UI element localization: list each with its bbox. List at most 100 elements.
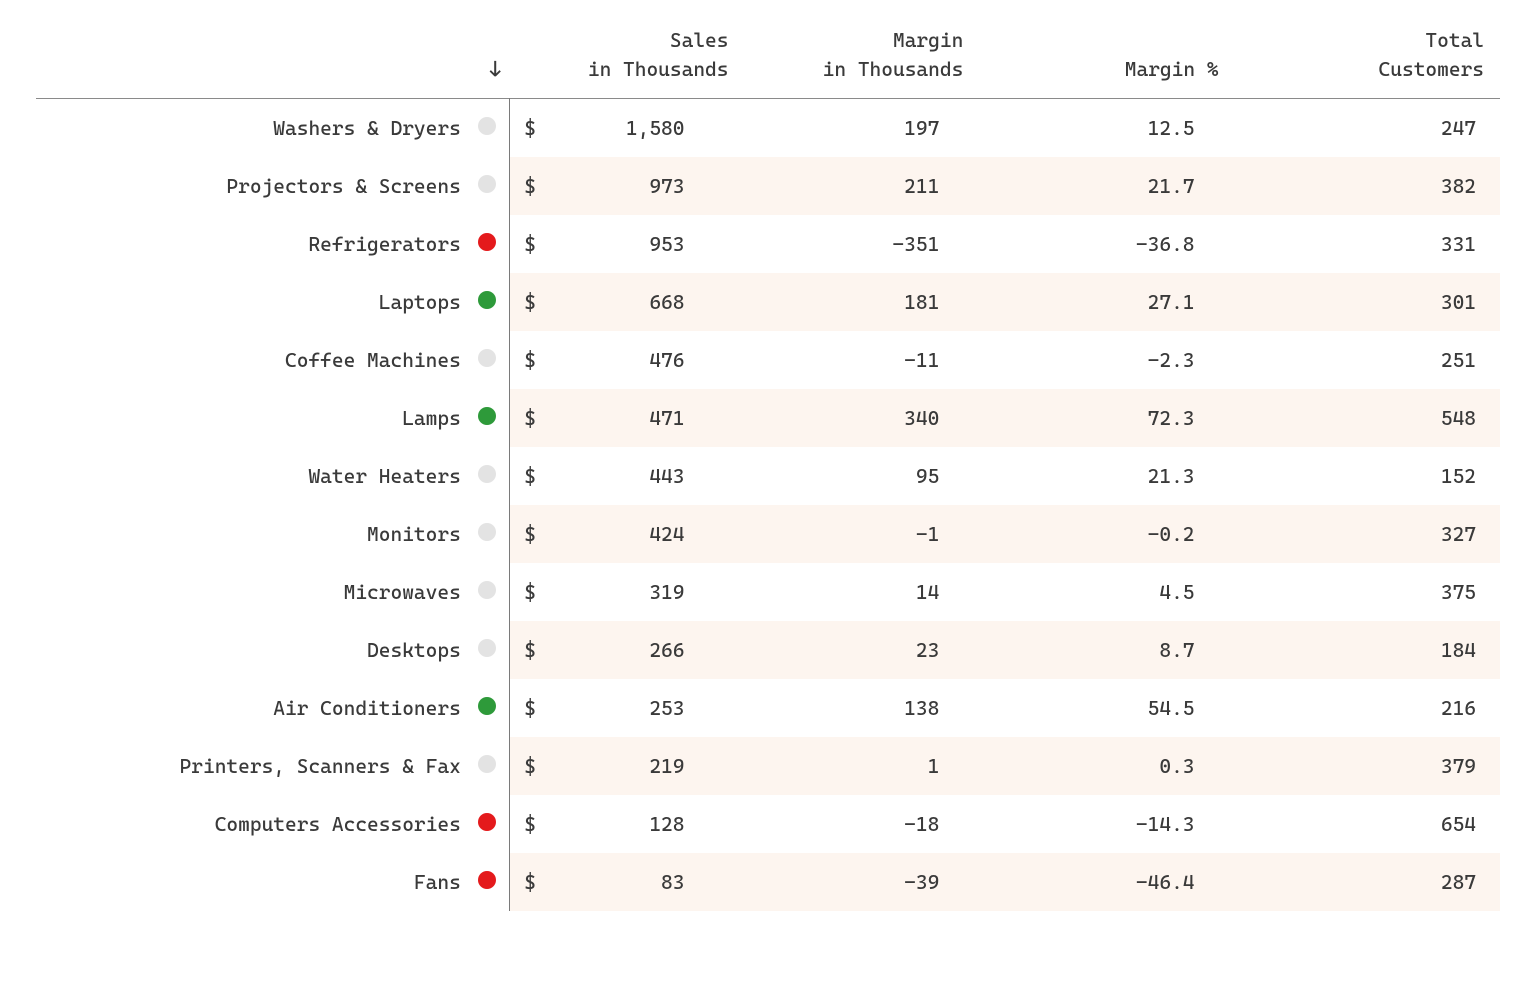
cell-margin: 23 — [744, 621, 979, 679]
status-dot-cell — [465, 157, 510, 215]
table-row[interactable]: Coffee Machines$476-11-2.3251 — [36, 331, 1500, 389]
row-label: Laptops — [36, 273, 465, 331]
currency-symbol: $ — [510, 505, 541, 563]
table-row[interactable]: Water Heaters$4439521.3152 — [36, 447, 1500, 505]
cell-sales: 83 — [540, 853, 744, 911]
table-row[interactable]: Printers, Scanners & Fax$21910.3379 — [36, 737, 1500, 795]
header-sales[interactable]: Sales in Thousands — [540, 18, 744, 99]
table-row[interactable]: Monitors$424-1-0.2327 — [36, 505, 1500, 563]
table-row[interactable]: Desktops$266238.7184 — [36, 621, 1500, 679]
sales-margin-table: ↓ Sales in Thousands Margin in Thousands… — [36, 18, 1500, 911]
row-label: Computers Accessories — [36, 795, 465, 853]
status-dot-icon — [478, 117, 496, 135]
table-row[interactable]: Refrigerators$953-351-36.8331 — [36, 215, 1500, 273]
cell-customers: 382 — [1235, 157, 1501, 215]
cell-sales: 219 — [540, 737, 744, 795]
status-dot-icon — [478, 407, 496, 425]
status-dot-cell — [465, 563, 510, 621]
table-row[interactable]: Air Conditioners $25313854.5216 — [36, 679, 1500, 737]
status-dot-cell — [465, 331, 510, 389]
cell-margin-pct: -14.3 — [979, 795, 1234, 853]
row-label: Microwaves — [36, 563, 465, 621]
row-label: Monitors — [36, 505, 465, 563]
status-dot-icon — [478, 465, 496, 483]
sort-desc-icon: ↓ — [489, 59, 502, 81]
currency-symbol: $ — [510, 389, 541, 447]
currency-symbol: $ — [510, 157, 541, 215]
status-dot-cell — [465, 215, 510, 273]
row-label: Desktops — [36, 621, 465, 679]
cell-margin: -18 — [744, 795, 979, 853]
row-label: Coffee Machines — [36, 331, 465, 389]
row-label: Lamps — [36, 389, 465, 447]
currency-symbol: $ — [510, 563, 541, 621]
status-dot-icon — [478, 813, 496, 831]
cell-sales: 128 — [540, 795, 744, 853]
cell-sales: 253 — [540, 679, 744, 737]
cell-margin-pct: 54.5 — [979, 679, 1234, 737]
table-row[interactable]: Projectors & Screens$97321121.7382 — [36, 157, 1500, 215]
header-customers[interactable]: Total Customers — [1235, 18, 1501, 99]
status-dot-cell — [465, 99, 510, 158]
cell-customers: 152 — [1235, 447, 1501, 505]
sort-indicator-header[interactable]: ↓ — [465, 18, 510, 99]
cell-margin: 211 — [744, 157, 979, 215]
currency-symbol: $ — [510, 99, 541, 158]
cell-customers: 375 — [1235, 563, 1501, 621]
status-dot-cell — [465, 795, 510, 853]
table-row[interactable]: Lamps$47134072.3548 — [36, 389, 1500, 447]
cell-margin: 197 — [744, 99, 979, 158]
header-margin[interactable]: Margin in Thousands — [744, 18, 979, 99]
currency-symbol: $ — [510, 737, 541, 795]
table-row[interactable]: Fans $83-39-46.4287 — [36, 853, 1500, 911]
cell-customers: 654 — [1235, 795, 1501, 853]
status-dot-icon — [478, 233, 496, 251]
cell-margin-pct: -2.3 — [979, 331, 1234, 389]
status-dot-cell — [465, 447, 510, 505]
cell-margin: 181 — [744, 273, 979, 331]
status-dot-cell — [465, 273, 510, 331]
row-label: Projectors & Screens — [36, 157, 465, 215]
table-header-row: ↓ Sales in Thousands Margin in Thousands… — [36, 18, 1500, 99]
table-row[interactable]: Laptops$66818127.1301 — [36, 273, 1500, 331]
cell-sales: 471 — [540, 389, 744, 447]
table-row[interactable]: Washers & Dryers$1,58019712.5247 — [36, 99, 1500, 158]
cell-margin-pct: -46.4 — [979, 853, 1234, 911]
cell-margin-pct: 72.3 — [979, 389, 1234, 447]
cell-customers: 184 — [1235, 621, 1501, 679]
cell-margin: -39 — [744, 853, 979, 911]
currency-symbol: $ — [510, 795, 541, 853]
table-row[interactable]: Microwaves$319144.5375 — [36, 563, 1500, 621]
cell-customers: 331 — [1235, 215, 1501, 273]
cell-customers: 301 — [1235, 273, 1501, 331]
cell-margin: 1 — [744, 737, 979, 795]
status-dot-cell — [465, 505, 510, 563]
cell-customers: 216 — [1235, 679, 1501, 737]
header-margin-pct[interactable]: Margin % — [979, 18, 1234, 99]
cell-sales: 668 — [540, 273, 744, 331]
cell-sales: 476 — [540, 331, 744, 389]
row-label: Water Heaters — [36, 447, 465, 505]
currency-symbol: $ — [510, 853, 541, 911]
cell-customers: 287 — [1235, 853, 1501, 911]
cell-margin-pct: 21.7 — [979, 157, 1234, 215]
cell-margin: -351 — [744, 215, 979, 273]
status-dot-icon — [478, 871, 496, 889]
currency-symbol: $ — [510, 331, 541, 389]
cell-margin-pct: 27.1 — [979, 273, 1234, 331]
cell-margin: 138 — [744, 679, 979, 737]
header-blank — [36, 18, 465, 99]
row-label: Fans — [36, 853, 465, 911]
currency-symbol: $ — [510, 621, 541, 679]
cell-margin-pct: -36.8 — [979, 215, 1234, 273]
currency-symbol: $ — [510, 679, 541, 737]
cell-sales: 319 — [540, 563, 744, 621]
cell-customers: 247 — [1235, 99, 1501, 158]
status-dot-cell — [465, 389, 510, 447]
cell-margin: -1 — [744, 505, 979, 563]
table-row[interactable]: Computers Accessories $128-18-14.3654 — [36, 795, 1500, 853]
status-dot-cell — [465, 679, 510, 737]
row-label: Air Conditioners — [36, 679, 465, 737]
currency-symbol: $ — [510, 447, 541, 505]
status-dot-icon — [478, 523, 496, 541]
